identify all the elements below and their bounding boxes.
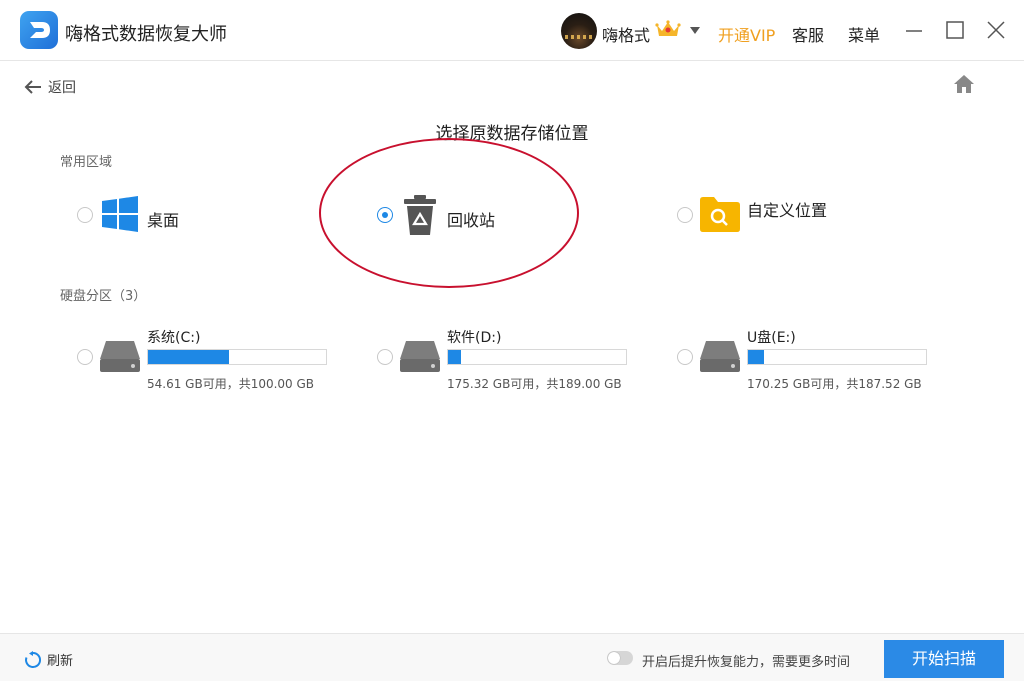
app-title: 嗨格式数据恢复大师 — [65, 24, 227, 45]
drive-d-info: 175.32 GB可用，共189.00 GB — [447, 377, 622, 391]
location-custom[interactable]: 自定义位置 — [747, 197, 827, 221]
minimize-icon[interactable] — [902, 18, 926, 42]
deep-scan-toggle[interactable] — [607, 651, 633, 665]
drive-e-info: 170.25 GB可用，共187.52 GB — [747, 377, 922, 391]
radio-drive-c[interactable] — [77, 349, 93, 365]
hard-drive-icon — [700, 341, 740, 372]
drive-d-usage-fill — [448, 350, 461, 364]
maximize-icon[interactable] — [943, 18, 967, 42]
back-label: 返回 — [48, 80, 76, 96]
drive-e-usage-bar — [747, 349, 927, 365]
customer-service-button[interactable]: 客服 — [792, 22, 824, 46]
drive-d-name[interactable]: 软件(D:) — [447, 327, 501, 347]
page-title: 选择原数据存储位置 — [435, 124, 589, 144]
deep-scan-label: 开启后提升恢复能力，需要更多时间 — [642, 655, 851, 670]
vip-link[interactable]: 开通VIP — [718, 22, 775, 46]
refresh-label: 刷新 — [47, 654, 74, 669]
start-scan-button[interactable]: 开始扫描 — [884, 640, 1004, 678]
drive-c-usage-fill — [148, 350, 229, 364]
avatar[interactable] — [561, 13, 597, 49]
drive-e-usage-fill — [748, 350, 765, 364]
hard-drive-icon — [100, 341, 140, 372]
refresh-button[interactable]: 刷新 — [24, 650, 73, 669]
back-button[interactable]: 返回 — [24, 77, 76, 97]
app-logo-icon — [20, 11, 58, 49]
close-icon[interactable] — [984, 18, 1008, 42]
footer-bar — [0, 633, 1024, 681]
drive-d-usage-bar — [447, 349, 627, 365]
menu-button[interactable]: 菜单 — [848, 22, 880, 46]
title-bar: 嗨格式数据恢复大师 嗨格式 开通VIP 客服 菜单 — [0, 0, 1024, 61]
location-desktop[interactable]: 桌面 — [147, 207, 179, 231]
username[interactable]: 嗨格式 — [602, 22, 650, 46]
hard-drive-icon — [400, 341, 440, 372]
radio-drive-d[interactable] — [377, 349, 393, 365]
partitions-label: 硬盘分区（3） — [60, 289, 147, 304]
common-area-label: 常用区域 — [60, 155, 113, 170]
crown-icon — [655, 20, 681, 36]
arrow-left-icon — [24, 80, 41, 94]
radio-desktop[interactable] — [77, 207, 93, 223]
drive-c-info: 54.61 GB可用，共100.00 GB — [147, 377, 315, 391]
windows-icon — [102, 196, 138, 232]
drive-e-name[interactable]: U盘(E:) — [747, 327, 796, 347]
drive-c-name[interactable]: 系统(C:) — [147, 327, 200, 347]
app-window: 嗨格式数据恢复大师 嗨格式 开通VIP 客服 菜单 返回 选择原数据存储位置 常… — [0, 0, 1024, 681]
refresh-icon — [25, 650, 42, 668]
annotation-circle — [319, 138, 579, 288]
home-icon[interactable] — [953, 74, 975, 94]
user-dropdown-icon[interactable] — [690, 27, 700, 34]
folder-search-icon — [700, 197, 740, 232]
radio-drive-e[interactable] — [677, 349, 693, 365]
drive-c-usage-bar — [147, 349, 327, 365]
radio-custom-location[interactable] — [677, 207, 693, 223]
